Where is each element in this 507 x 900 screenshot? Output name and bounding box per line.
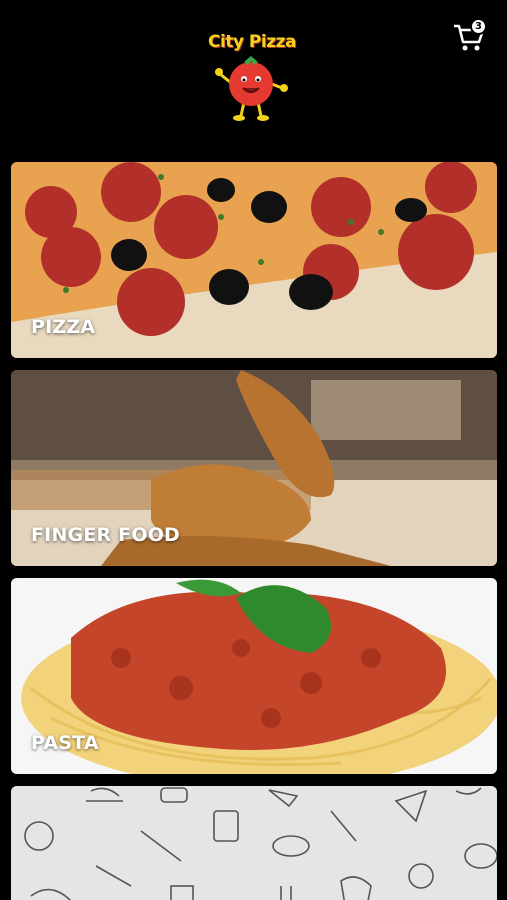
cart-count-badge: 3 (470, 18, 487, 35)
cart-button[interactable]: 3 (452, 16, 492, 56)
logo-text: City Pizza (208, 32, 296, 52)
category-label: FINGER FOOD (31, 524, 181, 546)
food-doodle-pattern (11, 786, 497, 900)
category-label: PIZZA (31, 316, 96, 338)
category-card-more[interactable] (11, 786, 497, 900)
category-card-pizza[interactable]: PIZZA (11, 162, 497, 358)
tomato-mascot-icon (215, 56, 288, 121)
category-card-finger-food[interactable]: FINGER FOOD (11, 370, 497, 566)
city-pizza-logo: City Pizza (200, 22, 304, 126)
category-label: PASTA (31, 732, 99, 754)
category-card-pasta[interactable]: PASTA (11, 578, 497, 774)
category-list: PIZZA FINGER FOOD PASTA (11, 162, 497, 900)
app-header: City Pizza 3 (0, 0, 507, 150)
